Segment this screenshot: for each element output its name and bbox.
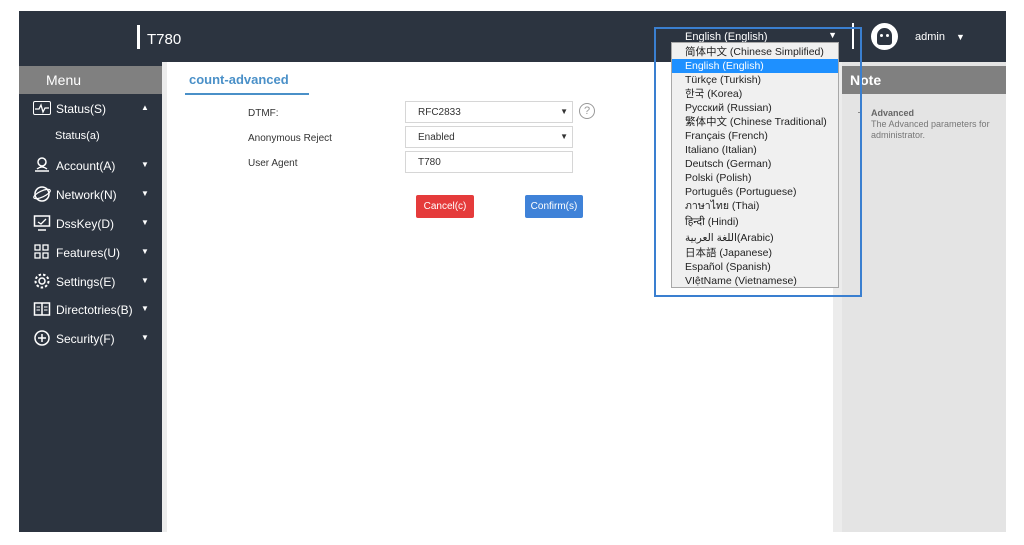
sidebar-item-label: Security(F) [56, 332, 115, 346]
language-option[interactable]: 繁体中文 (Chinese Traditional) [672, 115, 838, 129]
sidebar-item-label: Features(U) [56, 246, 121, 260]
anonymous-reject-label: Anonymous Reject [248, 133, 332, 144]
anonymous-reject-value: Enabled [418, 132, 455, 143]
chevron-down-icon: ▼ [141, 304, 149, 313]
sidebar-item-settings[interactable]: Settings(E) ▼ [19, 269, 162, 295]
chevron-up-icon: ▲ [141, 103, 149, 112]
dtmf-label: DTMF: [248, 108, 279, 119]
note-text: The Advanced parameters for administrato… [871, 119, 990, 140]
avatar-icon[interactable] [871, 23, 898, 50]
features-grid-icon [32, 243, 52, 261]
language-option[interactable]: اللغة العربية(Arabic) [672, 231, 838, 245]
language-option[interactable]: Polski (Polish) [672, 171, 838, 185]
sidebar-item-directories[interactable]: Directotries(B) ▼ [19, 297, 162, 323]
sidebar-item-dsskey[interactable]: DssKey(D) ▼ [19, 211, 162, 237]
chevron-down-icon: ▼ [560, 107, 568, 116]
sidebar-item-network[interactable]: Network(N) ▼ [19, 182, 162, 208]
user-menu-name[interactable]: admin [915, 31, 945, 43]
language-option[interactable]: ภาษาไทย (Thai) [672, 199, 838, 213]
language-option-selected[interactable]: English (English) [672, 59, 838, 73]
chevron-down-icon: ▼ [141, 189, 149, 198]
sidebar-item-label: Network(N) [56, 188, 117, 202]
sidebar: Menu Status(S) ▲ Status(a) Account(A) ▼ … [19, 62, 162, 532]
user-agent-value: T780 [418, 157, 441, 168]
sidebar-item-label: DssKey(D) [56, 217, 115, 231]
anonymous-reject-select[interactable]: Enabled ▼ [405, 126, 573, 148]
sidebar-item-label: Status(S) [56, 102, 107, 116]
language-option[interactable]: Deutsch (German) [672, 157, 838, 171]
dtmf-select[interactable]: RFC2833 ▼ [405, 101, 573, 123]
ghost-icon [877, 28, 892, 45]
language-option[interactable]: VIệtName (Vietnamese) [672, 274, 838, 288]
help-icon[interactable]: ? [579, 103, 595, 119]
language-option[interactable]: Português (Portuguese) [672, 185, 838, 199]
note-panel: Note Advanced The Advanced parameters fo… [842, 62, 1006, 532]
confirm-button[interactable]: Confirm(s) [525, 195, 583, 218]
gear-icon [32, 272, 52, 290]
note-title: Note [842, 66, 1006, 94]
eye-left [880, 34, 883, 37]
book-icon [32, 300, 52, 318]
sidebar-subitem-status-a[interactable]: Status(a) [55, 130, 100, 142]
chevron-down-icon: ▼ [141, 276, 149, 285]
note-heading: Advanced [871, 108, 915, 118]
chevron-down-icon: ▼ [141, 333, 149, 342]
language-option[interactable]: Español (Spanish) [672, 260, 838, 274]
shield-plus-icon [32, 329, 52, 347]
sidebar-item-security[interactable]: Security(F) ▼ [19, 326, 162, 352]
dsskey-screen-icon [32, 214, 52, 232]
eye-right [886, 34, 889, 37]
user-agent-label: User Agent [248, 158, 298, 169]
language-option[interactable]: 한국 (Korea) [672, 87, 838, 101]
user-agent-input[interactable]: T780 [405, 151, 573, 173]
language-dropdown-list[interactable]: 简体中文 (Chinese Simplified) English (Engli… [671, 42, 839, 288]
sidebar-item-account[interactable]: Account(A) ▼ [19, 153, 162, 179]
sidebar-item-label: Settings(E) [56, 275, 116, 289]
sidebar-menu-title: Menu [19, 66, 162, 94]
language-option[interactable]: Français (French) [672, 129, 838, 143]
user-account-icon [32, 156, 52, 174]
language-option[interactable]: Italiano (Italian) [672, 143, 838, 157]
sidebar-item-label: Account(A) [56, 159, 116, 173]
brand-bar [137, 25, 140, 49]
app-window: T780 English (English) ▼ admin ▼ Menu St… [19, 11, 1006, 532]
chevron-down-icon: ▼ [141, 247, 149, 256]
chevron-down-icon: ▼ [560, 132, 568, 141]
language-option[interactable]: Русский (Russian) [672, 101, 838, 115]
sidebar-item-features[interactable]: Features(U) ▼ [19, 240, 162, 266]
chevron-down-icon: ▼ [141, 160, 149, 169]
cancel-button[interactable]: Cancel(c) [416, 195, 474, 218]
network-globe-icon [32, 185, 52, 203]
language-option[interactable]: 日本語 (Japanese) [672, 246, 838, 260]
language-option[interactable]: 简体中文 (Chinese Simplified) [672, 45, 838, 59]
dtmf-value: RFC2833 [418, 107, 461, 118]
language-option[interactable]: हिन्दी (Hindi) [672, 215, 838, 229]
page-title-underline [185, 93, 309, 95]
chevron-down-icon: ▼ [141, 218, 149, 227]
page-title: count-advanced [189, 72, 289, 87]
sidebar-item-status[interactable]: Status(S) ▲ [19, 96, 162, 122]
sidebar-item-label: Directotries(B) [56, 303, 133, 317]
user-menu-caret-icon[interactable]: ▼ [956, 32, 965, 42]
status-monitor-icon [32, 99, 52, 117]
language-option[interactable]: Türkçe (Turkish) [672, 73, 838, 87]
device-title: T780 [147, 31, 182, 48]
